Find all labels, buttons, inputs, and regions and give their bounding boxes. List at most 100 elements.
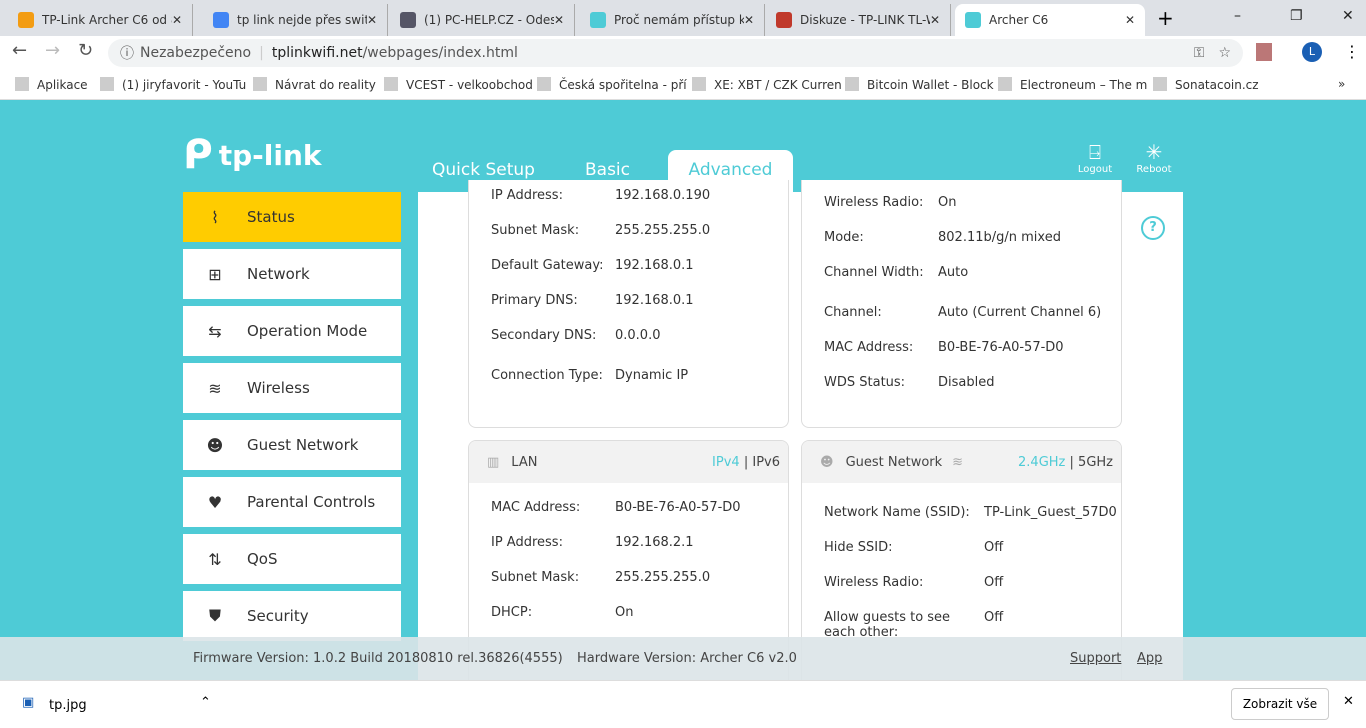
- info-value: On: [938, 195, 957, 210]
- minimize-button[interactable]: –: [1234, 8, 1241, 24]
- bookmark-icon: [845, 77, 859, 91]
- info-label: Channel Width:: [824, 265, 924, 280]
- info-label: Secondary DNS:: [491, 328, 597, 343]
- favicon-icon: [776, 12, 792, 28]
- close-tab-icon[interactable]: ✕: [930, 13, 940, 27]
- info-label: Wireless Radio:: [824, 575, 924, 590]
- bookmark-item[interactable]: XE: XBT / CZK Curren: [692, 77, 842, 92]
- tp-link-logo: ᑭ tp-link: [183, 132, 322, 178]
- bookmarks-more[interactable]: »: [1338, 77, 1345, 91]
- browser-tab[interactable]: Proč nemám přístup k in✕: [580, 4, 765, 36]
- close-tab-icon[interactable]: ✕: [554, 13, 564, 27]
- tab-basic[interactable]: Basic: [585, 160, 630, 180]
- hardware-version: Hardware Version: Archer C6 v2.0: [577, 651, 797, 666]
- bookmark-item[interactable]: Bitcoin Wallet - Block: [845, 77, 994, 92]
- close-tab-icon[interactable]: ✕: [1125, 13, 1135, 27]
- support-link[interactable]: Support: [1070, 651, 1121, 666]
- close-downloads-icon[interactable]: ✕: [1343, 694, 1354, 709]
- ipv4-toggle[interactable]: IPv4: [712, 455, 740, 470]
- bookmark-item[interactable]: Návrat do reality: [253, 77, 376, 92]
- tab-title: Archer C6: [989, 13, 1049, 27]
- info-value: B0-BE-76-A0-57-D0: [938, 340, 1064, 355]
- security-label: Nezabezpečeno: [140, 45, 252, 61]
- info-label: Subnet Mask:: [491, 570, 580, 585]
- info-label: Mode:: [824, 230, 864, 245]
- browser-tab[interactable]: Archer C6 ✕: [955, 4, 1145, 36]
- sidebar-item-operation-mode[interactable]: ⇆ Operation Mode: [183, 306, 401, 356]
- bookmark-item[interactable]: VCEST - velkoobchod: [384, 77, 533, 92]
- pdf-extension-icon[interactable]: [1256, 43, 1272, 61]
- band-24-toggle[interactable]: 2.4GHz: [1018, 455, 1065, 470]
- forward-icon[interactable]: →: [45, 40, 60, 61]
- sidebar-item-qos[interactable]: ⇅ QoS: [183, 534, 401, 584]
- info-value: 192.168.0.1: [615, 293, 694, 308]
- close-tab-icon[interactable]: ✕: [744, 13, 754, 27]
- favicon-icon: [213, 12, 229, 28]
- sidebar-item-label: Wireless: [247, 379, 310, 397]
- info-label: IP Address:: [491, 535, 563, 550]
- info-label: Hide SSID:: [824, 540, 893, 555]
- bookmark-icon: [253, 77, 267, 91]
- chevron-up-icon[interactable]: ⌃: [200, 695, 211, 710]
- logout-button[interactable]: ⍈ Logout: [1070, 140, 1120, 175]
- info-label: MAC Address:: [491, 500, 581, 515]
- sidebar-item-parental-controls[interactable]: ♥ Parental Controls: [183, 477, 401, 527]
- url-input[interactable]: ⓘ Nezabezpečeno | tplinkwifi.net/webpage…: [108, 39, 1243, 67]
- bookmark-item[interactable]: (1) jiryfavorit - YouTu: [100, 77, 246, 92]
- bookmark-item[interactable]: Česká spořitelna - pří: [537, 77, 687, 92]
- help-icon[interactable]: ?: [1141, 216, 1165, 240]
- tab-title: Proč nemám přístup k in: [614, 13, 744, 27]
- tab-quick-setup[interactable]: Quick Setup: [432, 160, 535, 180]
- bookmark-item[interactable]: Sonatacoin.cz: [1153, 77, 1259, 92]
- info-label: Network Name (SSID):: [824, 505, 970, 520]
- sidebar-item-guest-network[interactable]: ☻ Guest Network: [183, 420, 401, 470]
- app-link[interactable]: App: [1137, 651, 1162, 666]
- reload-icon[interactable]: ↻: [78, 40, 93, 61]
- browser-tab[interactable]: (1) PC-HELP.CZ - Odeslat✕: [390, 4, 575, 36]
- close-tab-icon[interactable]: ✕: [172, 13, 182, 27]
- browser-tab[interactable]: TP-Link Archer C6 od 8 ✕: [8, 4, 193, 36]
- menu-icon[interactable]: ⋮: [1344, 42, 1360, 61]
- key-icon[interactable]: ⚿: [1194, 45, 1205, 61]
- sidebar-item-label: Parental Controls: [247, 493, 376, 511]
- bookmark-icon: [15, 77, 29, 91]
- star-icon[interactable]: ☆: [1218, 45, 1231, 61]
- bookmark-item[interactable]: Aplikace: [15, 77, 88, 92]
- sidebar-item-security[interactable]: ⛊ Security: [183, 591, 401, 641]
- tab-strip: TP-Link Archer C6 od 8 ✕ tp link nejde pře…: [0, 0, 1366, 36]
- sidebar-item-label: Status: [247, 208, 295, 226]
- info-value: Auto (Current Channel 6): [938, 305, 1102, 320]
- back-icon[interactable]: ←: [12, 40, 27, 61]
- bookmark-icon: [537, 77, 551, 91]
- network-icon: ⊞: [208, 264, 222, 284]
- swap-icon: ⇆: [208, 321, 222, 341]
- info-icon[interactable]: ⓘ: [120, 43, 134, 63]
- info-label: Primary DNS:: [491, 293, 578, 308]
- close-window-button[interactable]: ✕: [1342, 8, 1354, 24]
- show-all-button[interactable]: Zobrazit vše: [1231, 688, 1329, 720]
- guest-icon: ☻: [820, 454, 834, 470]
- sidebar-item-status[interactable]: ⌇ Status: [183, 192, 401, 242]
- sidebar-item-network[interactable]: ⊞ Network: [183, 249, 401, 299]
- reboot-icon: ✳: [1145, 140, 1163, 164]
- tab-title: tp link nejde přes switch: [237, 13, 367, 27]
- browser-tab[interactable]: Diskuze - TP-LINK TL-W ✕: [766, 4, 951, 36]
- maximize-button[interactable]: ❐: [1290, 8, 1303, 24]
- ipv6-toggle[interactable]: IPv6: [752, 455, 780, 470]
- profile-avatar[interactable]: L: [1302, 42, 1322, 62]
- bookmark-item[interactable]: Electroneum – The m: [998, 77, 1147, 92]
- lan-icon: ▥: [487, 454, 500, 470]
- info-label: Default Gateway:: [491, 258, 604, 273]
- browser-tab[interactable]: tp link nejde přes switch✕: [203, 4, 388, 36]
- info-value: Off: [984, 610, 1004, 625]
- sidebar-item-label: Guest Network: [247, 436, 359, 454]
- favicon-icon: [590, 12, 606, 28]
- new-tab-button[interactable]: +: [1157, 6, 1174, 30]
- reboot-button[interactable]: ✳ Reboot: [1129, 140, 1179, 175]
- sidebar-item-wireless[interactable]: ≋ Wireless: [183, 363, 401, 413]
- band-5-toggle[interactable]: 5GHz: [1078, 455, 1113, 470]
- download-item[interactable]: tp.jpg: [49, 698, 87, 713]
- heart-icon: ♥: [207, 492, 223, 512]
- close-tab-icon[interactable]: ✕: [367, 13, 377, 27]
- file-icon: ▣: [22, 695, 35, 710]
